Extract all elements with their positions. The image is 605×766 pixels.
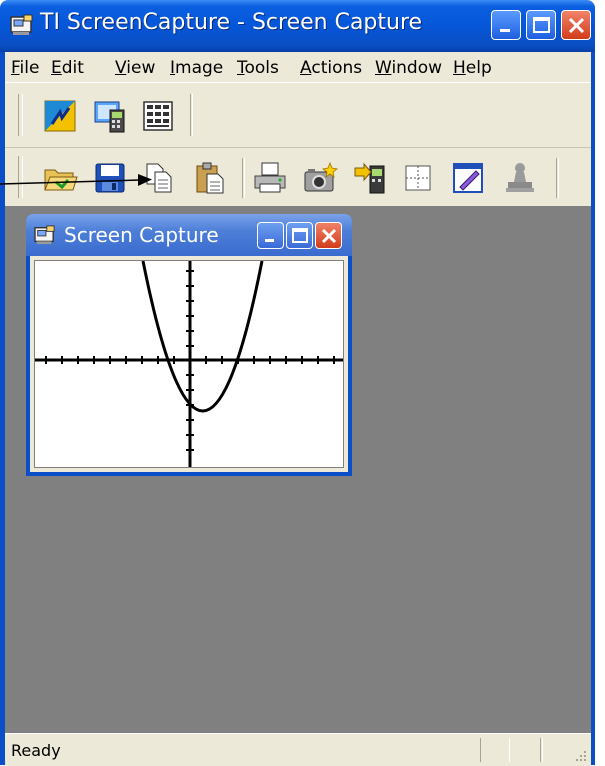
callout-arrow [0, 174, 152, 186]
status-text: Ready [11, 741, 61, 760]
size-grip-icon[interactable] [573, 748, 587, 762]
menu-file[interactable]: File [11, 58, 39, 78]
menu-edit-accelerator: E [51, 58, 62, 78]
paste-icon[interactable] [192, 160, 228, 196]
window-frame-right [591, 52, 595, 765]
maximize-icon [533, 17, 550, 33]
menu-view[interactable]: View [115, 58, 155, 78]
child-close-button[interactable] [315, 222, 342, 249]
parabola-graph-image [35, 260, 343, 467]
child-app-icon [34, 225, 55, 245]
menu-file-label: ile [19, 58, 40, 78]
title-bar[interactable]: TI ScreenCapture - Screen Capture [0, 0, 595, 52]
menu-window-label: indow [391, 58, 443, 78]
child-window-title: Screen Capture [64, 223, 219, 247]
menu-image-label: mage [175, 58, 224, 78]
toolbar1-grip[interactable] [18, 94, 23, 136]
capture-calculator-icon[interactable] [92, 98, 128, 134]
stamp-icon[interactable] [502, 160, 538, 196]
status-bar: Ready [5, 733, 591, 766]
menu-actions[interactable]: Actions [300, 58, 362, 78]
menu-edit-label: dit [61, 58, 84, 78]
minimize-button[interactable] [491, 10, 521, 40]
status-pane-1 [480, 738, 510, 762]
status-pane-2 [540, 738, 543, 762]
print-icon[interactable] [252, 160, 288, 196]
child-body [30, 256, 348, 472]
menu-edit[interactable]: Edit [51, 58, 84, 78]
capture-all-icon[interactable] [140, 98, 176, 134]
menu-window-accelerator: W [375, 58, 392, 78]
calculator-screen-image [34, 260, 344, 468]
maximize-button[interactable] [526, 10, 556, 40]
minimize-icon [500, 29, 510, 32]
grid-icon[interactable] [400, 160, 436, 196]
menu-help[interactable]: Help [453, 58, 492, 78]
minimize-icon [265, 239, 274, 242]
toolbar1-end-separator [190, 94, 193, 136]
camera-icon[interactable] [302, 160, 338, 196]
child-title-bar[interactable]: Screen Capture [26, 214, 352, 256]
menu-image[interactable]: Image [170, 58, 223, 78]
window-title: TI ScreenCapture - Screen Capture [40, 10, 423, 35]
toolbar2-end-separator [556, 158, 559, 198]
ti-screencapture-window: TI ScreenCapture - Screen Capture File E… [0, 0, 605, 766]
screen-capture-child-window: Screen Capture [26, 214, 352, 476]
menu-tools[interactable]: Tools [237, 58, 279, 78]
menu-tools-accelerator: T [237, 58, 245, 78]
toolbar2-separator [242, 158, 245, 198]
edit-icon[interactable] [450, 160, 486, 196]
menu-actions-accelerator: A [300, 58, 312, 78]
menu-help-accelerator: H [453, 58, 466, 78]
ti-connect-icon[interactable] [42, 98, 78, 134]
app-icon [10, 14, 33, 35]
menu-bar: File Edit View Image Tools Actions Windo… [5, 52, 591, 82]
menu-actions-label: ctions [311, 58, 363, 78]
toolbar-divider [5, 147, 591, 148]
menu-view-label: iew [126, 58, 156, 78]
send-to-device-icon[interactable] [352, 160, 388, 196]
menu-tools-label: ools [244, 58, 279, 78]
child-minimize-button[interactable] [257, 222, 284, 249]
maximize-icon [292, 228, 308, 243]
close-button[interactable] [561, 10, 591, 40]
menu-file-accelerator: F [11, 58, 20, 78]
close-icon [568, 17, 585, 34]
child-maximize-button[interactable] [286, 222, 313, 249]
menu-window[interactable]: Window [375, 58, 442, 78]
close-icon [321, 228, 337, 244]
menu-help-label: elp [465, 58, 492, 78]
menu-view-accelerator: V [115, 58, 127, 78]
